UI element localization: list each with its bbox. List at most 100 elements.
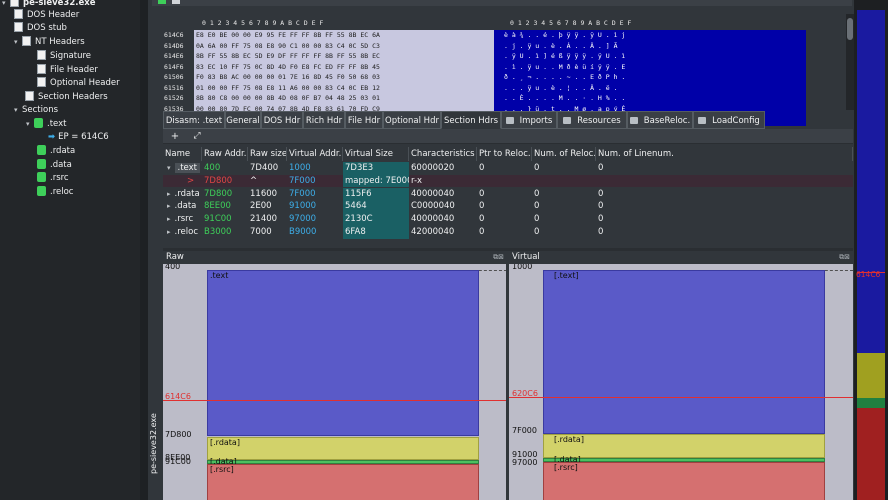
overview-panel[interactable]: 614C6 xyxy=(854,0,888,500)
virtual-view[interactable]: 1000 [.text] 620C6 [.rdata] 7F000 [.data… xyxy=(509,264,853,500)
raw-rdata-block[interactable]: [.rdata] xyxy=(207,437,479,460)
table-subrow[interactable]: >7D800 ^ 7F000 mapped: 7E000 r-x xyxy=(163,174,853,188)
row-expand-icon[interactable]: ▸ xyxy=(167,228,171,236)
virtual-text-block[interactable]: [.text] xyxy=(543,270,825,434)
hex-ascii-row[interactable]: è à ¾ . . é . þ ÿ ÿ . ÿ U . ì j xyxy=(494,30,806,41)
tree-item-nt-headers[interactable]: ▾ NT Headers xyxy=(14,36,85,49)
column-header[interactable]: Ptr to Reloc. xyxy=(477,147,532,161)
tab-resources[interactable]: Resources xyxy=(557,111,627,129)
tree-item-text[interactable]: ▾ .text xyxy=(26,118,66,131)
virtual-rdata-block[interactable]: [.rdata] xyxy=(543,434,825,458)
hex-ascii-row[interactable]: . ì . ÿ u . . M ð è ü í ÿ ÿ . E xyxy=(494,62,806,73)
tree-item-rdata[interactable]: .rdata xyxy=(37,145,75,158)
hex-ascii-row[interactable]: . j . ÿ u . è . Á . . Ä . ] Ã xyxy=(494,41,806,52)
table-row[interactable]: ▸ .rsrc 91C00 21400 97000 2130C 40000040 0 0 0 xyxy=(163,213,853,226)
column-header[interactable]: Num. of Reloc. xyxy=(532,147,596,161)
hex-bytes-row[interactable]: 01 00 00 FF 75 08 E8 11 A6 00 00 83 C4 0… xyxy=(194,83,494,94)
hex-viewer[interactable]: 0 1 2 3 4 5 6 7 8 9 A B C D E F 0 1 2 3 … xyxy=(162,14,846,126)
row-expand-icon[interactable]: ▸ xyxy=(167,202,171,210)
column-header[interactable]: Characteristics xyxy=(409,147,477,161)
cell-raw-addr: 400 xyxy=(204,163,221,173)
doc-icon xyxy=(14,22,23,32)
cell-ptr-reloc: 0 xyxy=(479,214,485,225)
tree-item-file-header[interactable]: File Header xyxy=(37,64,98,77)
tab-label: Resources xyxy=(577,116,621,126)
toolbar-page-icon[interactable] xyxy=(172,0,180,4)
tree-item-rsrc[interactable]: .rsrc xyxy=(37,172,69,185)
column-header[interactable]: Num. of Linenum. xyxy=(596,147,853,161)
hex-ascii-row[interactable]: . . È . . . . M . . · . H % . . xyxy=(494,93,806,104)
tab-loadconfig[interactable]: LoadConfig xyxy=(693,111,765,129)
tab-imports[interactable]: Imports xyxy=(501,111,557,129)
tree-item-dos-header[interactable]: DOS Header xyxy=(14,9,79,22)
table-row[interactable]: ▾ .text 400 7D400 1000 7D3E3 60000020 0 0 0 xyxy=(163,162,853,175)
column-header[interactable]: Raw Addr. xyxy=(202,147,248,161)
table-row[interactable]: ▸ .reloc B3000 7000 B9000 6FA8 42000040 0 0 0 xyxy=(163,226,853,239)
tab-optional-hdr[interactable]: Optional Hdr xyxy=(383,111,441,129)
tree-item-optional-header[interactable]: Optional Header xyxy=(37,77,120,90)
add-section-button[interactable]: + xyxy=(168,130,182,143)
hex-scrollbar[interactable] xyxy=(846,14,854,110)
tree-item-data[interactable]: .data xyxy=(37,159,72,172)
section-icon xyxy=(37,186,46,196)
section-icon xyxy=(37,145,46,155)
hex-ascii-row[interactable]: . ÿ U . ì ] é ß ÿ ÿ ÿ . ÿ U . ì xyxy=(494,51,806,62)
hex-bytes-row[interactable]: 0A 6A 00 FF 75 08 E8 90 C1 00 00 83 C4 0… xyxy=(194,41,494,52)
tab-section-hdrs[interactable]: Section Hdrs xyxy=(441,111,501,129)
column-header[interactable]: Raw size xyxy=(248,147,287,161)
column-header[interactable]: Virtual Addr. xyxy=(287,147,343,161)
panel-float-close-icon[interactable]: ⧉⊠ xyxy=(493,251,504,264)
raw-rsrc-block[interactable]: [.rsrc] xyxy=(207,464,479,500)
hex-ascii-row[interactable]: . . . ÿ u . è . ¦ . . Ä . ë . xyxy=(494,83,806,94)
hex-bytes-row[interactable]: 83 EC 10 FF 75 0C 8D 4D F0 E8 FC ED FF F… xyxy=(194,62,494,73)
virtual-rsrc-block[interactable]: [.rsrc] xyxy=(543,462,825,500)
hex-bytes-row[interactable]: 8B 80 C8 00 00 00 8B 4D 08 0F B7 04 48 2… xyxy=(194,93,494,104)
tab-dos-hdr[interactable]: DOS Hdr xyxy=(261,111,303,129)
raw-view[interactable]: 400 .text 614C6 [.rdata] 7D800 [.data] 8… xyxy=(163,264,506,500)
hex-bytes-row[interactable]: F0 83 B8 AC 00 00 00 01 7E 16 8D 45 F0 5… xyxy=(194,72,494,83)
section-headers-table[interactable]: Name Raw Addr. Raw size Virtual Addr. Virtua… xyxy=(163,147,853,241)
row-expand-icon[interactable]: ▸ xyxy=(167,215,171,223)
tree-item-reloc[interactable]: .reloc xyxy=(37,186,73,199)
hex-bytes-row[interactable]: 8B FF 55 8B EC 5D E9 DF FF FF FF 8B FF 5… xyxy=(194,51,494,62)
panel-float-close-icon[interactable]: ⧉⊠ xyxy=(839,251,850,264)
tab-disasm-text[interactable]: Disasm: .text xyxy=(163,111,225,129)
column-header[interactable]: Name xyxy=(163,147,202,161)
row-expand-icon[interactable]: ▾ xyxy=(167,164,171,172)
cell-vsize: mapped: 7E000 xyxy=(343,174,409,188)
tree-item-entry-point[interactable]: ➡ EP = 614C6 xyxy=(48,131,109,144)
doc-icon xyxy=(37,64,46,74)
tree-item-dos-stub[interactable]: DOS stub xyxy=(14,22,67,35)
row-expand-icon[interactable]: > xyxy=(187,176,194,186)
cell-chars: 40000040 xyxy=(411,188,455,199)
cell-vsize: 115F6 xyxy=(343,187,409,201)
cell-chars: 60000020 xyxy=(411,163,455,173)
raw-view-filename: pe-sieve32.exe xyxy=(149,413,158,474)
toolbar-green-icon[interactable] xyxy=(158,0,166,4)
fit-columns-button[interactable]: ⤢ xyxy=(190,130,204,143)
tree-item-signature[interactable]: Signature xyxy=(37,50,91,63)
tab-basereloc[interactable]: BaseReloc. xyxy=(627,111,693,129)
scroll-thumb[interactable] xyxy=(847,18,853,40)
structure-tree[interactable]: ▾ pe-sieve32.exe DOS Header DOS stub ▾ NT … xyxy=(0,0,140,500)
tree-item-section-headers[interactable]: Section Headers xyxy=(25,91,108,104)
tab-file-hdr[interactable]: File Hdr xyxy=(345,111,383,129)
overview-text-block-2 xyxy=(857,273,885,353)
cell-va: 91000 xyxy=(289,201,317,212)
column-header[interactable]: Virtual Size xyxy=(343,147,409,161)
hex-address: 61526 xyxy=(164,94,184,102)
table-row[interactable]: ▸ .rdata 7D800 11600 7F000 115F6 40000040 0 0 0 xyxy=(163,187,853,201)
tree-item-sections[interactable]: ▾ Sections xyxy=(14,104,58,117)
tree-splitter[interactable] xyxy=(140,0,148,500)
hex-bytes-row[interactable]: E8 E0 BE 00 00 E9 95 FE FF FF 8B FF 55 8… xyxy=(194,30,494,41)
tab-general[interactable]: General xyxy=(225,111,261,129)
cell-name: ▸ .data xyxy=(163,200,202,213)
row-expand-icon[interactable]: ▸ xyxy=(167,190,171,198)
tab-rich-hdr[interactable]: Rich Hdr xyxy=(303,111,345,129)
table-row[interactable]: ▸ .data 8EE00 2E00 91000 5464 C0000040 0 0 0 xyxy=(163,200,853,213)
hex-ascii-row[interactable]: ð . ¸ ¬ . . . . ~ . . E ð P h . xyxy=(494,72,806,83)
overview-rsrc-block xyxy=(857,408,885,500)
cell-vsize: 6FA8 xyxy=(343,226,409,239)
virtual-ep-line xyxy=(509,397,853,398)
raw-text-block[interactable]: .text xyxy=(207,270,479,436)
